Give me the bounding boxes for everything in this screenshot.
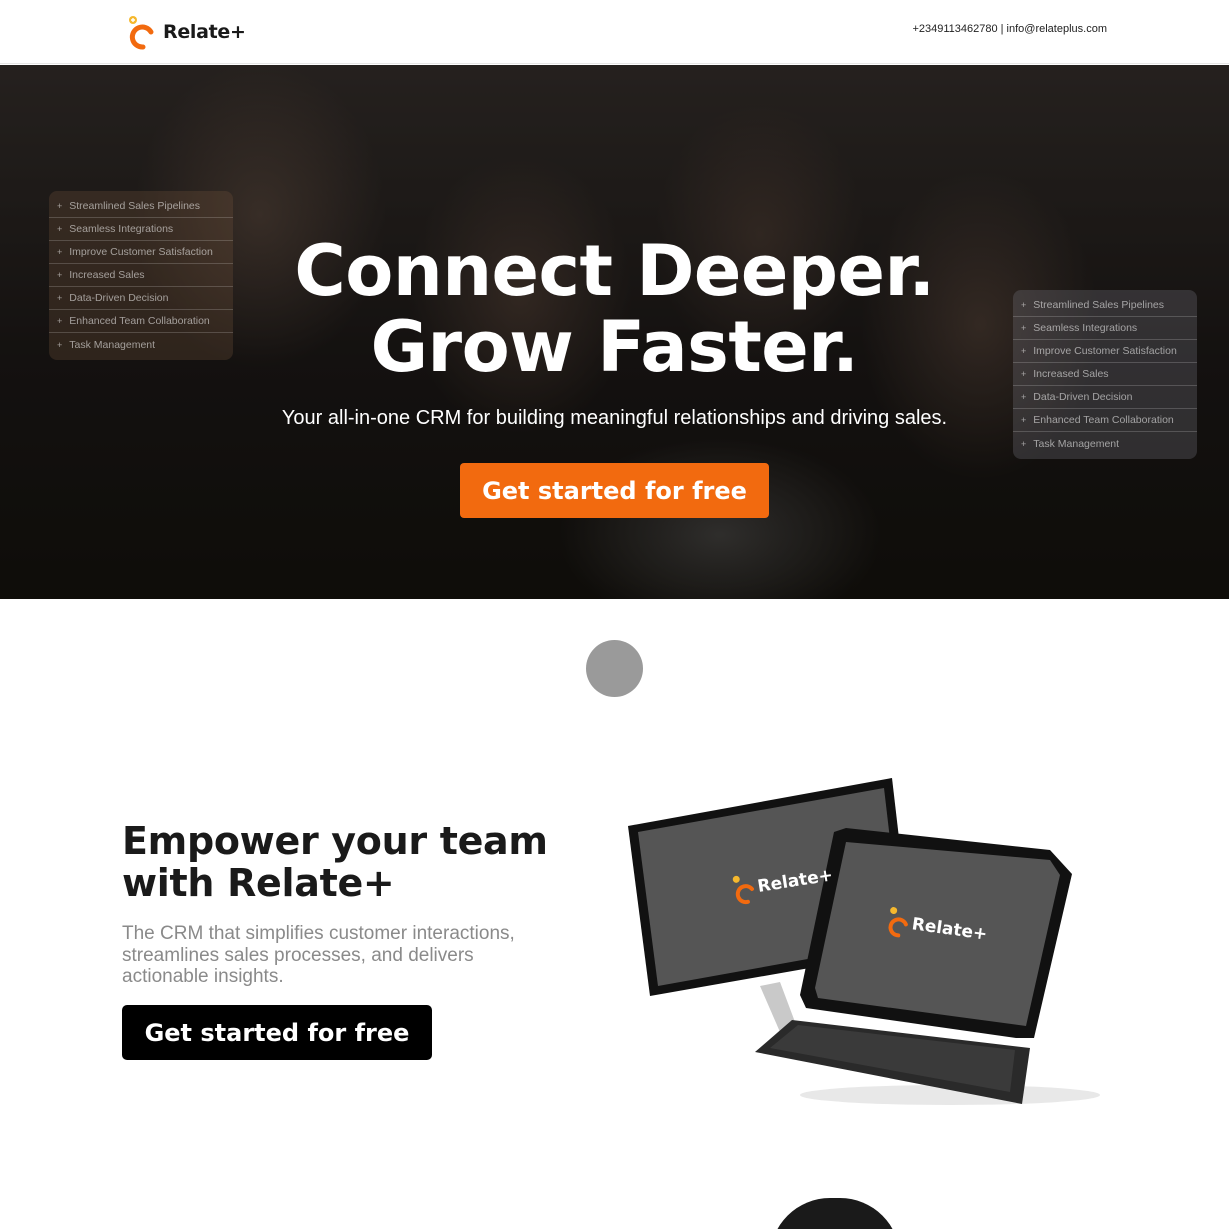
feature-item: + Streamlined Sales Pipelines	[49, 195, 233, 218]
hero-section: + Streamlined Sales Pipelines + Seamless I…	[0, 65, 1229, 599]
plus-icon: +	[57, 201, 63, 211]
site-header: Relate+ +2349113462780 | info@relateplus…	[0, 0, 1229, 64]
hero-title-line2: Grow Faster.	[370, 306, 859, 388]
hero-get-started-button[interactable]: Get started for free	[460, 463, 769, 518]
contact-info[interactable]: +2349113462780 | info@relateplus.com	[912, 23, 1107, 35]
next-section-image-peek	[770, 1198, 900, 1229]
hero-title-line1: Connect Deeper.	[294, 230, 935, 312]
device-mockup-image: Relate+ Relate+	[620, 770, 1103, 1110]
device-mockup-svg: Relate+ Relate+	[628, 778, 1100, 1105]
plus-icon: +	[1021, 438, 1027, 449]
relate-logo-icon	[129, 16, 154, 50]
plus-icon: +	[1021, 392, 1027, 402]
feature-item: + Task Management	[1021, 437, 1120, 450]
brand-logo[interactable]: Relate+	[127, 12, 246, 52]
empower-description: The CRM that simplifies customer interac…	[122, 923, 515, 987]
brand-name: Relate+	[163, 21, 246, 43]
loading-indicator	[586, 640, 643, 697]
hero-title: Connect Deeper. Grow Faster.	[0, 233, 1229, 385]
empower-get-started-button[interactable]: Get started for free	[122, 1005, 432, 1060]
empower-title: Empower your team with Relate+	[122, 819, 548, 905]
feature-item: + Data-Driven Decision	[1013, 386, 1197, 409]
hero-subtitle: Your all-in-one CRM for building meaning…	[281, 407, 948, 429]
